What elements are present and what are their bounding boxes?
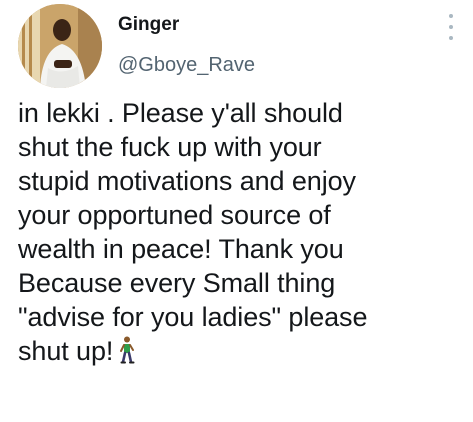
person-walking-icon — [119, 336, 135, 372]
tweet-text: in lekki . Please y'all should shut the … — [18, 98, 368, 366]
tweet-text-container: in lekki . Please y'all should shut the … — [18, 96, 466, 372]
vertical-ellipsis-icon[interactable] — [444, 14, 458, 40]
tweet-card: Ginger @Gboye_Rave in lekki . Please y'a… — [0, 0, 473, 422]
avatar-photo-icon — [18, 4, 102, 88]
avatar[interactable] — [18, 4, 102, 88]
display-name[interactable]: Ginger — [118, 14, 179, 36]
user-handle[interactable]: @Gboye_Rave — [118, 54, 255, 77]
